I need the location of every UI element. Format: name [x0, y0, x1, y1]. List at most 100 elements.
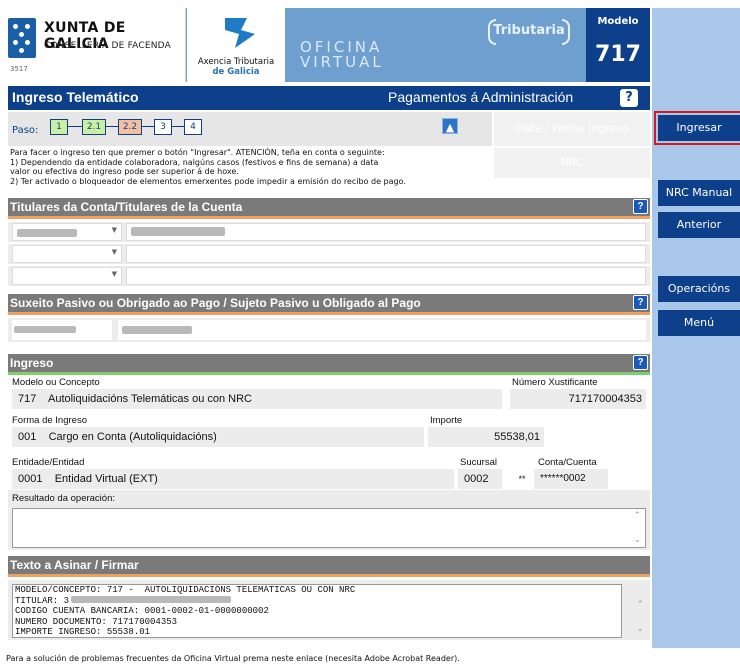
sucursal-label: Sucursal: [460, 457, 497, 468]
section-texto-asinar: Texto a Asinar / Firmar: [8, 556, 650, 577]
instructions-text: Para facer o ingreso ten que premer o bo…: [10, 148, 492, 186]
step-connector: [68, 126, 82, 127]
scroll-up-icon[interactable]: ⌃: [636, 600, 644, 610]
resultado-textarea[interactable]: ⌃ ⌄: [12, 508, 646, 548]
modelo-label: Modelo: [597, 16, 639, 27]
forma-code: 001: [18, 431, 37, 443]
instruction-line: 2) Ter activado o bloqueador de elemento…: [10, 176, 406, 186]
ingresar-button[interactable]: Ingresar: [654, 111, 740, 145]
xunta-logo: XUNTA DE GALICIA CONSELLERÍA DE FACENDA …: [0, 8, 186, 82]
help-icon[interactable]: ?: [633, 355, 648, 370]
resultado-label: Resultado da operación:: [12, 493, 115, 504]
modelo-label: Modelo ou Concepto: [12, 377, 100, 388]
scroll-up-icon[interactable]: ⌃: [633, 511, 641, 521]
atriga-line2: de Galicia: [212, 67, 260, 77]
step-connector: [172, 126, 184, 127]
sign-line: MODELO/CONCEPTO: 717 - AUTOLIQUIDACIÓNS …: [15, 585, 356, 595]
oficina-line2: VIRTUAL: [300, 53, 384, 71]
page-header: XUNTA DE GALICIA CONSELLERÍA DE FACENDA …: [0, 8, 650, 82]
right-sidebar: Ingresar NRC Manual Anterior Operacións …: [652, 8, 740, 648]
section-underline: [8, 312, 650, 315]
section-title: Titulares da Conta/Titulares de la Cuent…: [10, 200, 243, 214]
step-connector: [106, 126, 118, 127]
modelo-code: 717: [18, 393, 37, 405]
collapse-up-icon[interactable]: ▲: [442, 118, 458, 134]
tributaria-logo: Tributaria: [484, 17, 574, 45]
conta-label: Conta/Cuenta: [538, 457, 597, 468]
importe-label: Importe: [430, 415, 463, 426]
section-suxeito-pasivo: Suxeito Pasivo ou Obrigado ao Pago / Suj…: [8, 294, 650, 315]
title-bar: Ingreso Telemático Pagamentos á Administ…: [8, 86, 650, 110]
modelo-desc: Autoliquidacións Telemáticas ou con NRC: [47, 393, 252, 405]
titular-select[interactable]: ▼: [12, 245, 122, 263]
sign-line: CODIGO CUENTA BANCARIA: 0001-0002-01-000…: [15, 606, 269, 616]
entidade-code: 0001: [18, 473, 43, 485]
chevron-down-icon: ▼: [111, 270, 117, 278]
section-title: Ingreso: [10, 356, 54, 370]
suxeito-row: [8, 318, 650, 342]
step-1: 1: [50, 119, 68, 135]
instruction-line: 1) Dependendo da entidade colaboradora, …: [10, 157, 379, 167]
sign-titular: TITULAR: 3: [15, 595, 70, 606]
entidade-label: Entidade/Entidad: [12, 457, 85, 468]
redacted-text: [17, 229, 77, 237]
page-title: Ingreso Telemático: [12, 89, 139, 105]
titular-row: ▼: [8, 244, 650, 264]
help-icon[interactable]: ?: [633, 295, 648, 310]
titular-select[interactable]: ▼: [12, 223, 122, 241]
titular-select[interactable]: ▼: [12, 267, 122, 285]
help-link[interactable]: Para a solución de problemas frecuentes …: [6, 654, 460, 663]
forma-desc: Cargo en Conta (Autoliquidacións): [48, 431, 217, 443]
menu-button[interactable]: Menú: [658, 310, 740, 336]
importe-value: 55538,01: [428, 427, 544, 447]
oficina-virtual-logo: OFICINA VIRTUAL: [300, 40, 384, 70]
nrc-manual-button[interactable]: NRC Manual: [658, 180, 740, 206]
titular-row: ▼: [8, 222, 650, 242]
paso-label: Paso:: [12, 125, 39, 136]
page-section-title: Pagamentos á Administración: [388, 89, 574, 105]
dc-value: **: [512, 469, 532, 489]
sign-line: NUMERO DOCUMENTO: 717170004353: [15, 616, 178, 627]
modelo-value: 717 Autoliquidacións Telemáticas ou con …: [12, 389, 502, 409]
nrc-box: NRC: [494, 148, 650, 178]
xunta-subtitle: CONSELLERÍA DE FACENDA: [44, 41, 171, 51]
scroll-down-icon[interactable]: ⌄: [636, 624, 644, 634]
step-2-1: 2.1: [82, 119, 106, 135]
xustificante-label: Número Xustificante: [512, 377, 598, 388]
atriga-mark-icon: [225, 18, 255, 48]
help-icon[interactable]: ?: [633, 199, 648, 214]
sign-line: IMPORTE INGRESO: 55538.01: [15, 627, 151, 637]
forma-value: 001 Cargo en Conta (Autoliquidacións): [12, 427, 424, 447]
suxeito-name: [118, 320, 646, 340]
section-titulares: Titulares da Conta/Titulares de la Cuent…: [8, 198, 650, 219]
steps-bar: Paso: 1 2.1 2.2 3 4 ▲: [8, 112, 492, 146]
redacted-text: [122, 326, 192, 334]
scroll-down-icon[interactable]: ⌄: [633, 535, 641, 545]
step-3: 3: [154, 119, 172, 135]
sign-textarea[interactable]: MODELO/CONCEPTO: 717 - AUTOLIQUIDACIÓNS …: [12, 584, 622, 638]
step-2-2: 2.2: [118, 119, 142, 135]
xunta-code: 3517: [10, 65, 28, 73]
conta-value: ******0002: [534, 469, 608, 489]
section-ingreso: Ingreso ?: [8, 354, 650, 375]
step-4: 4: [184, 119, 202, 135]
chevron-down-icon: ▼: [111, 226, 117, 234]
chevron-down-icon: ▼: [111, 248, 117, 256]
titular-name: [126, 245, 646, 263]
section-underline: [8, 574, 650, 577]
atriga-logo: Axencia Tributaria de Galicia: [187, 8, 285, 82]
xunta-crest-icon: [8, 18, 36, 58]
step-connector: [142, 126, 154, 127]
redacted-text: [14, 326, 76, 333]
xustificante-value: 717170004353: [510, 389, 646, 409]
help-icon[interactable]: ?: [620, 89, 638, 107]
redacted-text: [71, 595, 232, 603]
section-title: Suxeito Pasivo ou Obrigado ao Pago / Suj…: [10, 296, 421, 310]
anterior-button[interactable]: Anterior: [658, 212, 740, 238]
titular-name: [126, 223, 646, 241]
instruction-line: Para facer o ingreso ten que premer o bo…: [10, 148, 385, 157]
date-ingreso-box: Data / Fecha Ingreso: [494, 112, 650, 146]
sucursal-value: 0002: [458, 469, 502, 489]
operacions-button[interactable]: Operacións: [658, 276, 740, 302]
instruction-line: valor ou efectiva do ingreso pode ser su…: [10, 167, 239, 176]
